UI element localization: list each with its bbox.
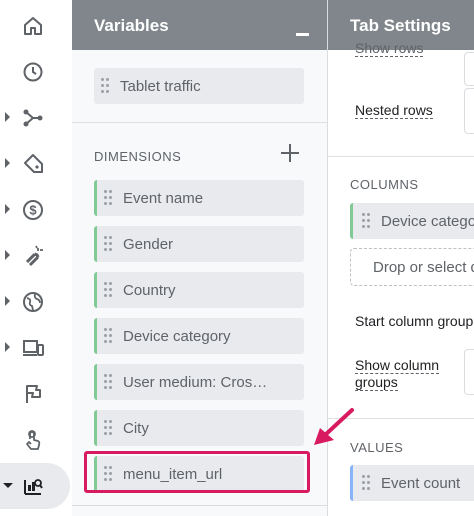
rail-item-engagement[interactable]: [0, 144, 72, 184]
expand-arrow-icon[interactable]: [5, 112, 10, 122]
drag-handle-icon[interactable]: [101, 78, 109, 94]
column-drop-zone[interactable]: Drop or select d: [350, 248, 474, 286]
column-chip[interactable]: Device category: [350, 203, 474, 239]
drag-handle-icon[interactable]: [362, 213, 370, 229]
tab-settings-panel: Tab Settings Show rows Nested rows COLUM…: [328, 0, 474, 516]
dimension-chip[interactable]: Event name: [94, 180, 304, 216]
variables-header: Variables: [72, 0, 327, 50]
globe-icon: [21, 290, 45, 314]
dimension-chip[interactable]: User medium: Cros…: [94, 364, 304, 400]
devices-icon: [21, 336, 45, 360]
rail-item-monetization[interactable]: $: [0, 190, 72, 230]
rail-item-realtime[interactable]: [0, 52, 72, 92]
dimension-label: User medium: Cros…: [123, 374, 268, 391]
start-column-group-label: Start column group: [355, 313, 474, 329]
section-divider: [328, 156, 474, 157]
show-column-groups-label-line2: groups: [355, 374, 398, 391]
flow-icon: [21, 106, 45, 130]
value-chip-label: Event count: [381, 475, 461, 492]
drop-zone-label: Drop or select d: [373, 259, 474, 276]
dimension-chip[interactable]: Country: [94, 272, 304, 308]
touch-icon: [21, 428, 45, 452]
expand-arrow-icon[interactable]: [5, 342, 10, 352]
minimize-icon[interactable]: [296, 33, 309, 36]
rail-item-engagement-touch[interactable]: [0, 420, 72, 460]
clock-icon: [21, 60, 45, 84]
expand-arrow-icon[interactable]: [5, 158, 10, 168]
drag-handle-icon[interactable]: [104, 236, 112, 252]
drag-handle-icon[interactable]: [104, 282, 112, 298]
nested-rows-label: Nested rows: [355, 102, 433, 119]
left-nav-rail: $: [0, 0, 73, 516]
variables-title: Variables: [94, 16, 169, 35]
dimension-chip-highlighted[interactable]: menu_item_url: [94, 456, 304, 492]
add-dimension-icon[interactable]: [281, 144, 299, 162]
dollar-icon: $: [21, 198, 45, 222]
drag-handle-icon[interactable]: [362, 475, 370, 491]
metric-label: Tablet traffic: [120, 78, 201, 95]
dimension-label: menu_item_url: [123, 466, 223, 483]
tab-settings-title: Tab Settings: [350, 16, 451, 35]
drag-handle-icon[interactable]: [104, 328, 112, 344]
show-rows-label: Show rows: [355, 40, 424, 57]
drag-handle-icon[interactable]: [104, 374, 112, 390]
flag-icon: [21, 382, 45, 406]
collapse-arrow-icon[interactable]: [3, 483, 13, 488]
section-divider: [72, 122, 327, 123]
rail-item-acquisition[interactable]: [0, 98, 72, 138]
section-divider: [328, 418, 474, 419]
drag-handle-icon[interactable]: [104, 420, 112, 436]
drag-handle-icon[interactable]: [104, 466, 112, 482]
variables-panel: Variables Tablet traffic DIMENSIONS Even…: [72, 0, 328, 516]
svg-text:$: $: [29, 203, 37, 218]
tag-icon: [21, 152, 45, 176]
home-icon: [21, 14, 45, 38]
explore-icon: [21, 474, 45, 498]
show-column-groups-label-line1: Show column: [355, 357, 440, 374]
dimension-label: Country: [123, 282, 176, 299]
nested-rows-select[interactable]: [464, 88, 474, 134]
value-chip[interactable]: Event count: [350, 465, 474, 501]
dimension-label: Gender: [123, 236, 174, 253]
rail-item-demographics[interactable]: [0, 282, 72, 322]
rail-item-tech[interactable]: [0, 328, 72, 368]
expand-arrow-icon[interactable]: [5, 250, 10, 260]
show-column-groups-select[interactable]: [464, 349, 474, 395]
dimensions-heading: DIMENSIONS: [94, 149, 182, 164]
dimension-label: Device category: [123, 328, 231, 345]
dimension-label: City: [123, 420, 149, 437]
values-heading: VALUES: [350, 440, 404, 455]
section-divider: [72, 505, 327, 506]
rail-item-conversions[interactable]: [0, 374, 72, 414]
columns-heading: COLUMNS: [350, 177, 419, 192]
dimension-chip[interactable]: Gender: [94, 226, 304, 262]
metric-chip[interactable]: Tablet traffic: [94, 68, 304, 104]
dimension-label: Event name: [123, 190, 204, 207]
show-rows-select[interactable]: [464, 52, 474, 86]
dimension-chip[interactable]: City: [94, 410, 304, 446]
magnet-icon: [21, 244, 45, 268]
dimension-chip[interactable]: Device category: [94, 318, 304, 354]
rail-item-explore[interactable]: [0, 463, 72, 509]
drag-handle-icon[interactable]: [104, 190, 112, 206]
expand-arrow-icon[interactable]: [5, 204, 10, 214]
column-chip-label: Device category: [381, 213, 474, 230]
expand-arrow-icon[interactable]: [5, 296, 10, 306]
rail-item-retention[interactable]: [0, 236, 72, 276]
rail-item-home[interactable]: [0, 6, 72, 46]
